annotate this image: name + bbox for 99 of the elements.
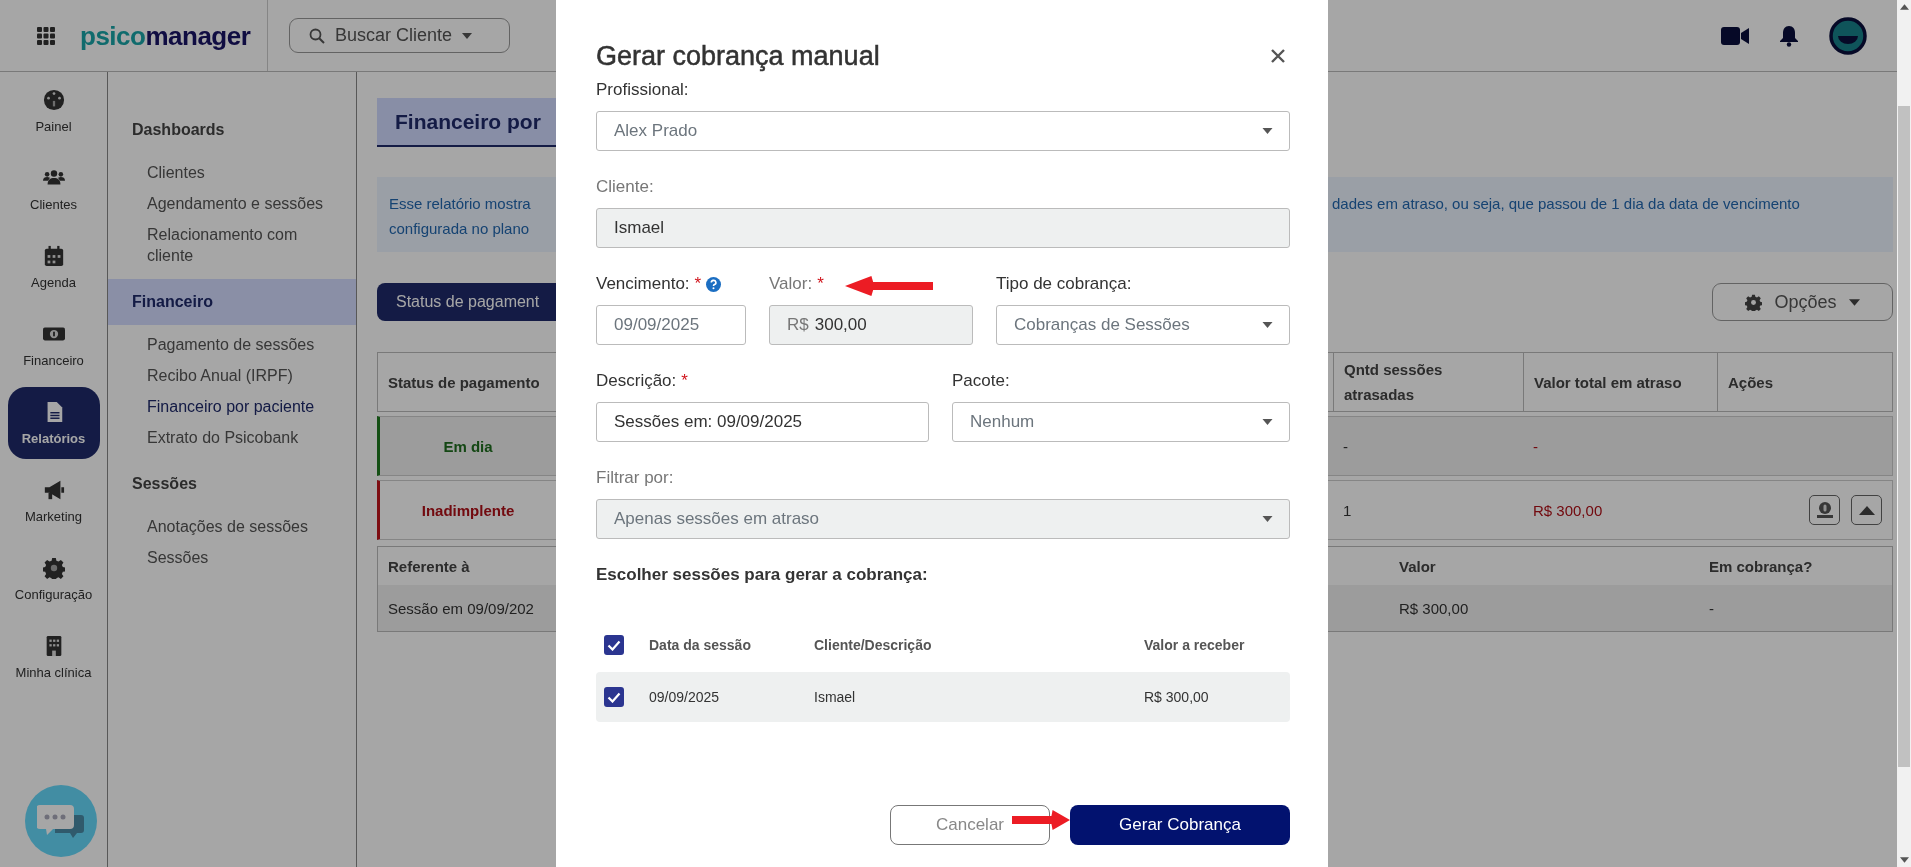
nav-item[interactable]: Configuração bbox=[7, 543, 100, 615]
apps-grid-icon[interactable] bbox=[37, 26, 55, 45]
logo[interactable]: psicomanager bbox=[80, 22, 251, 49]
menu-item[interactable]: Clientes bbox=[108, 157, 356, 188]
dashboard-icon bbox=[42, 88, 65, 111]
caret-icon bbox=[1262, 322, 1273, 328]
section-title: Escolher sessões para gerar a cobrança: bbox=[596, 565, 929, 585]
column-header: Qntd sessões atrasadas bbox=[1333, 353, 1523, 411]
table-cell-text: R$ 300,00 bbox=[1144, 689, 1210, 705]
page-title: Financeiro por bbox=[395, 109, 541, 134]
select-field[interactable]: Alex Prado bbox=[596, 111, 1290, 151]
field-label: Filtrar por: bbox=[596, 468, 674, 488]
menu-heading[interactable]: Sessões bbox=[108, 461, 356, 507]
menu-item[interactable]: Financeiro por paciente bbox=[108, 391, 356, 422]
field-label: Profissional: bbox=[596, 80, 689, 100]
nav-item[interactable]: Painel bbox=[7, 75, 100, 147]
caret-up-icon[interactable] bbox=[1899, 4, 1909, 10]
table-cell-text: R$ 300,00 bbox=[1399, 599, 1470, 617]
column-header: Em cobrança? bbox=[1709, 557, 1814, 575]
field-label: Tipo de cobrança: bbox=[996, 274, 1132, 294]
megaphone-icon bbox=[42, 478, 65, 501]
search-field[interactable]: Buscar Cliente bbox=[289, 18, 510, 53]
dialog-title: Gerar cobrança manual bbox=[596, 40, 880, 72]
column-header: Ações bbox=[1717, 353, 1892, 411]
collapse-button[interactable] bbox=[1851, 495, 1882, 525]
caret-down-icon[interactable] bbox=[1899, 857, 1909, 863]
table-cell-text: 09/09/2025 bbox=[649, 689, 721, 705]
help-icon[interactable] bbox=[706, 276, 722, 292]
required-mark: * bbox=[681, 371, 688, 391]
table-cell-text: R$ 300,00 bbox=[1532, 501, 1604, 519]
info-text: Esse relatório mostra bbox=[389, 194, 532, 214]
nav-item[interactable]: Marketing bbox=[7, 465, 100, 537]
field-label: Valor: bbox=[769, 274, 813, 294]
info-text: configurada no plano bbox=[389, 219, 531, 239]
table-cell-text: Ismael bbox=[814, 689, 857, 705]
caret-icon bbox=[1262, 128, 1273, 134]
table-cell-text: - bbox=[1532, 437, 1539, 455]
column-header: Data da sessão bbox=[649, 637, 752, 653]
submit-button[interactable]: Gerar Cobrança bbox=[1070, 805, 1290, 845]
required-mark: * bbox=[694, 274, 702, 294]
field-label: Cliente: bbox=[596, 177, 654, 197]
field-label: Vencimento: bbox=[596, 274, 690, 294]
caret-up-icon bbox=[1858, 505, 1875, 515]
caret-icon bbox=[1848, 298, 1860, 306]
options-button[interactable]: Opções bbox=[1712, 283, 1893, 321]
menu-item[interactable]: Recibo Anual (IRPF) bbox=[108, 360, 356, 391]
date-field[interactable]: 09/09/2025 bbox=[596, 305, 746, 345]
pointer-arrow bbox=[1012, 810, 1070, 830]
menu-heading[interactable]: Dashboards bbox=[108, 107, 356, 153]
input-field[interactable]: Sessões em: 09/09/2025 bbox=[596, 402, 929, 442]
select-field[interactable]: Cobranças de Sessões bbox=[996, 305, 1290, 345]
caret-icon bbox=[462, 32, 473, 39]
menu-heading[interactable]: Financeiro bbox=[108, 279, 356, 325]
status-text: Em dia bbox=[442, 437, 494, 455]
caret-icon bbox=[1262, 516, 1273, 522]
column-header: Valor a receber bbox=[1144, 637, 1246, 653]
video-camera-icon[interactable] bbox=[1721, 26, 1749, 45]
money-bag-icon bbox=[1815, 501, 1834, 519]
column-header: Referente à bbox=[388, 557, 470, 575]
notification-bell-icon[interactable] bbox=[1779, 24, 1799, 47]
nav-item[interactable]: Relatórios bbox=[7, 387, 100, 459]
calendar-icon bbox=[42, 244, 65, 267]
table-cell-text: - bbox=[1342, 437, 1349, 455]
required-mark: * bbox=[817, 274, 824, 294]
session-row[interactable]: 09/09/2025 Ismael R$ 300,00 bbox=[596, 672, 1290, 722]
gear-icon bbox=[1745, 293, 1763, 311]
table-cell: Sessão em 09/09/202 bbox=[388, 599, 534, 617]
status-text: Inadimplente bbox=[420, 501, 516, 519]
column-header: Cliente/Descrição bbox=[814, 637, 933, 653]
avatar-icon[interactable] bbox=[1829, 16, 1867, 55]
nav-item[interactable]: Clientes bbox=[7, 153, 100, 225]
select-field[interactable]: Nenhum bbox=[952, 402, 1290, 442]
menu-item[interactable]: Anotações de sessões bbox=[108, 511, 356, 542]
column-header: Valor total em atraso bbox=[1523, 353, 1717, 411]
charge-button[interactable] bbox=[1809, 495, 1840, 525]
column-header: Valor bbox=[1399, 557, 1437, 575]
menu-item[interactable]: Pagamento de sessões bbox=[108, 329, 356, 360]
info-text: dades em atraso, ou seja, que passou de 1 dia da data de vencimento bbox=[1332, 194, 1801, 214]
menu-item[interactable]: Agendamento e sessões bbox=[108, 188, 356, 219]
checkbox[interactable] bbox=[604, 635, 624, 655]
close-icon bbox=[1271, 49, 1285, 63]
table-cell-text: - bbox=[1709, 599, 1715, 617]
table-cell-text: 1 bbox=[1342, 501, 1353, 519]
field-label: Descrição: bbox=[596, 371, 677, 391]
search-icon bbox=[309, 27, 325, 44]
column-header: Status de pagamento bbox=[388, 373, 540, 391]
chat-bubbles-icon bbox=[37, 803, 85, 839]
menu-item[interactable]: Relacionamento com cliente bbox=[108, 219, 356, 271]
scrollbar[interactable] bbox=[1897, 0, 1911, 867]
nav-item[interactable]: Minha clínica bbox=[7, 621, 100, 693]
nav-item[interactable]: Financeiro bbox=[7, 309, 100, 381]
gear-icon bbox=[42, 556, 65, 579]
checkbox[interactable] bbox=[604, 687, 624, 707]
caret-icon bbox=[1262, 419, 1273, 425]
field-label: Pacote: bbox=[952, 371, 1010, 391]
menu-item[interactable]: Extrato do Psicobank bbox=[108, 422, 356, 453]
tab[interactable]: Status de pagament bbox=[377, 283, 556, 321]
nav-item[interactable]: Agenda bbox=[7, 231, 100, 303]
menu-item[interactable]: Sessões bbox=[108, 542, 356, 573]
